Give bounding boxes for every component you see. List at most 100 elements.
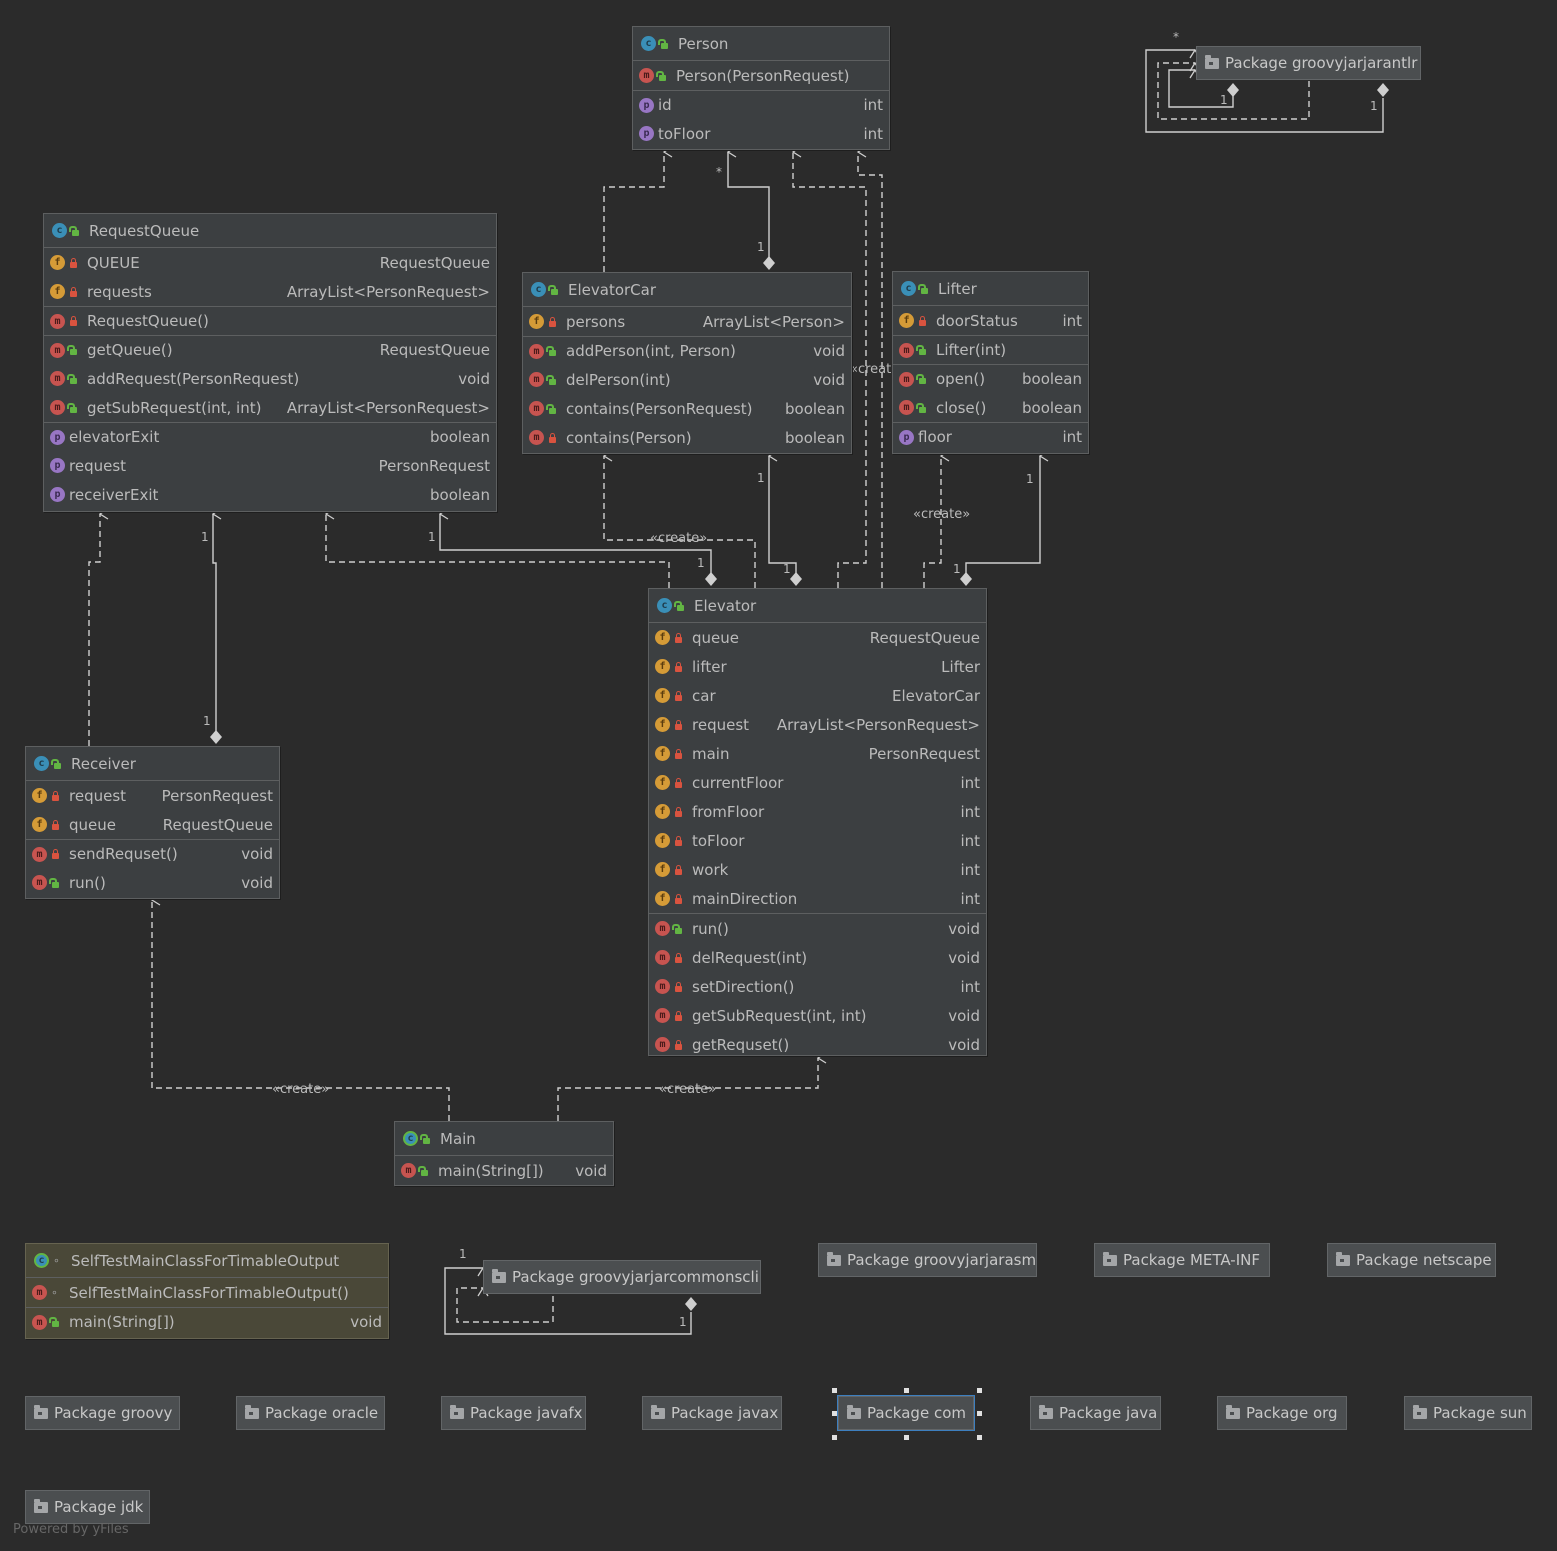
property-row[interactable]: p floor int bbox=[893, 422, 1088, 451]
field-icon: f bbox=[899, 313, 914, 328]
field-row[interactable]: f work int bbox=[649, 855, 986, 884]
field-icon: f bbox=[655, 833, 670, 848]
class-header[interactable]: c ElevatorCar bbox=[523, 273, 851, 307]
resize-handle[interactable] bbox=[977, 1411, 982, 1416]
method-row[interactable]: m main(String[]) void bbox=[395, 1156, 613, 1185]
resize-handle[interactable] bbox=[977, 1435, 982, 1440]
field-row[interactable]: f persons ArrayList<Person> bbox=[523, 307, 851, 336]
field-row[interactable]: f toFloor int bbox=[649, 826, 986, 855]
field-row[interactable]: f request PersonRequest bbox=[26, 781, 279, 810]
package-sun[interactable]: Package sun bbox=[1404, 1396, 1532, 1430]
field-row[interactable]: f request ArrayList<PersonRequest> bbox=[649, 710, 986, 739]
method-row[interactable]: m getSubRequest(int, int) ArrayList<Pers… bbox=[44, 393, 496, 422]
field-icon: f bbox=[32, 817, 47, 832]
method-row[interactable]: m sendRequset() void bbox=[26, 839, 279, 868]
class-header[interactable]: c Lifter bbox=[893, 272, 1088, 306]
class-name: Elevator bbox=[694, 596, 757, 615]
constructor-row[interactable]: m ∘ SelfTestMainClassForTimableOutput() bbox=[26, 1278, 388, 1307]
method-row[interactable]: m addRequest(PersonRequest) void bbox=[44, 364, 496, 393]
package-java[interactable]: Package java bbox=[1030, 1396, 1161, 1430]
public-lock-icon bbox=[916, 345, 927, 355]
class-main[interactable]: c Main m main(String[]) void bbox=[394, 1121, 614, 1186]
method-row[interactable]: m delPerson(int) void bbox=[523, 365, 851, 394]
class-header[interactable]: c Receiver bbox=[26, 747, 279, 781]
package-groovyjarjarantlr[interactable]: Package groovyjarjarantlr bbox=[1196, 46, 1421, 80]
method-row[interactable]: m setDirection() int bbox=[649, 972, 986, 1001]
field-row[interactable]: f queue RequestQueue bbox=[649, 623, 986, 652]
class-header[interactable]: c Elevator bbox=[649, 589, 986, 623]
package-groovyjarjarasm[interactable]: Package groovyjarjarasm bbox=[818, 1243, 1037, 1277]
package-oracle[interactable]: Package oracle bbox=[236, 1396, 385, 1430]
field-row[interactable]: f main PersonRequest bbox=[649, 739, 986, 768]
class-request-queue[interactable]: c RequestQueue f QUEUE RequestQueue f re… bbox=[43, 213, 497, 512]
property-row[interactable]: p request PersonRequest bbox=[44, 451, 496, 480]
class-header[interactable]: c Person bbox=[633, 27, 889, 61]
method-row[interactable]: m main(String[]) void bbox=[26, 1307, 388, 1336]
constructor-row[interactable]: m RequestQueue() bbox=[44, 306, 496, 335]
class-elevator-car[interactable]: c ElevatorCar f persons ArrayList<Person… bbox=[522, 272, 852, 454]
method-row[interactable]: m run() void bbox=[649, 914, 986, 943]
constructor-row[interactable]: m Person(PersonRequest) bbox=[633, 61, 889, 90]
private-lock-icon bbox=[69, 286, 78, 297]
field-icon: f bbox=[655, 804, 670, 819]
resize-handle[interactable] bbox=[904, 1388, 909, 1393]
method-row[interactable]: m contains(PersonRequest) boolean bbox=[523, 394, 851, 423]
package-netscape[interactable]: Package netscape bbox=[1327, 1243, 1496, 1277]
resize-handle[interactable] bbox=[832, 1435, 837, 1440]
field-row[interactable]: f currentFloor int bbox=[649, 768, 986, 797]
resize-handle[interactable] bbox=[977, 1388, 982, 1393]
class-person[interactable]: c Person m Person(PersonRequest) p id in… bbox=[632, 26, 890, 150]
multiplicity-label: 1 bbox=[201, 530, 209, 544]
resize-handle[interactable] bbox=[904, 1435, 909, 1440]
property-row[interactable]: p id int bbox=[633, 90, 889, 119]
method-row[interactable]: m open() boolean bbox=[893, 364, 1088, 393]
class-name: Receiver bbox=[71, 754, 136, 773]
field-row[interactable]: f mainDirection int bbox=[649, 884, 986, 913]
class-header[interactable]: c Main bbox=[395, 1122, 613, 1156]
property-icon: p bbox=[899, 429, 914, 445]
package-org[interactable]: Package org bbox=[1217, 1396, 1347, 1430]
edge-receiver-requestqueue-assoc bbox=[213, 514, 216, 731]
property-row[interactable]: p elevatorExit boolean bbox=[44, 422, 496, 451]
field-icon: f bbox=[655, 659, 670, 674]
public-lock-icon bbox=[918, 283, 929, 294]
method-row[interactable]: m getSubRequest(int, int) void bbox=[649, 1001, 986, 1030]
class-elevator[interactable]: c Elevator f queue RequestQueue f lifter Lift… bbox=[648, 588, 987, 1056]
private-lock-icon bbox=[674, 748, 683, 759]
method-row[interactable]: m getRequset() void bbox=[649, 1030, 986, 1059]
constructor-row[interactable]: m Lifter(int) bbox=[893, 335, 1088, 364]
package-com[interactable]: Package com bbox=[837, 1395, 975, 1431]
private-lock-icon bbox=[918, 315, 927, 326]
property-row[interactable]: p receiverExit boolean bbox=[44, 480, 496, 509]
method-row[interactable]: m delRequest(int) void bbox=[649, 943, 986, 972]
resize-handle[interactable] bbox=[832, 1388, 837, 1393]
class-selftest[interactable]: c ∘ SelfTestMainClassForTimableOutput m … bbox=[25, 1243, 389, 1339]
field-row[interactable]: f car ElevatorCar bbox=[649, 681, 986, 710]
folder-icon bbox=[245, 1404, 259, 1419]
create-label: «create» bbox=[650, 531, 708, 546]
method-row[interactable]: m run() void bbox=[26, 868, 279, 897]
method-row[interactable]: m addPerson(int, Person) void bbox=[523, 336, 851, 365]
field-row[interactable]: f QUEUE RequestQueue bbox=[44, 248, 496, 277]
private-lock-icon bbox=[674, 835, 683, 846]
package-jdk[interactable]: Package jdk bbox=[25, 1490, 150, 1524]
resize-handle[interactable] bbox=[832, 1411, 837, 1416]
class-lifter[interactable]: c Lifter f doorStatus int m Lifter(int) … bbox=[892, 271, 1089, 454]
package-meta-inf[interactable]: Package META-INF bbox=[1094, 1243, 1270, 1277]
field-row[interactable]: f fromFloor int bbox=[649, 797, 986, 826]
field-row[interactable]: f requests ArrayList<PersonRequest> bbox=[44, 277, 496, 306]
property-row[interactable]: p toFloor int bbox=[633, 119, 889, 148]
package-javax[interactable]: Package javax bbox=[642, 1396, 782, 1430]
field-row[interactable]: f lifter Lifter bbox=[649, 652, 986, 681]
method-row[interactable]: m close() boolean bbox=[893, 393, 1088, 422]
field-row[interactable]: f doorStatus int bbox=[893, 306, 1088, 335]
class-header[interactable]: c RequestQueue bbox=[44, 214, 496, 248]
package-groovyjarjarcommonscli[interactable]: Package groovyjarjarcommonscli bbox=[483, 1260, 761, 1294]
method-row[interactable]: m contains(Person) boolean bbox=[523, 423, 851, 452]
method-row[interactable]: m getQueue() RequestQueue bbox=[44, 335, 496, 364]
package-groovy[interactable]: Package groovy bbox=[25, 1396, 180, 1430]
package-javafx[interactable]: Package javafx bbox=[441, 1396, 586, 1430]
class-header[interactable]: c ∘ SelfTestMainClassForTimableOutput bbox=[26, 1244, 388, 1278]
field-row[interactable]: f queue RequestQueue bbox=[26, 810, 279, 839]
class-receiver[interactable]: c Receiver f request PersonRequest f que… bbox=[25, 746, 280, 899]
